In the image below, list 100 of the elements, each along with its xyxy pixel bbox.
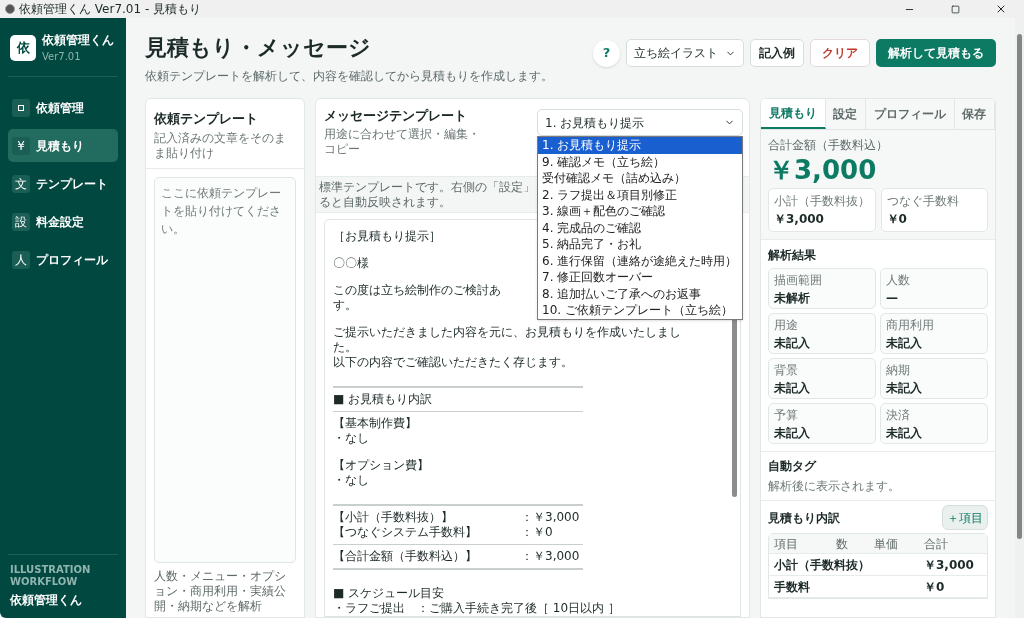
message-line: ・ラフご提出 ：ご購入手続き完了後［ 10日以内 ］ [333, 600, 620, 616]
page-title: 見積もり・メッセージ [145, 34, 371, 62]
message-line: この度は立ち絵制作のご検討あ [333, 283, 501, 298]
dropdown-option[interactable]: 8. 追加払いご了承へのお返事 [538, 285, 742, 302]
nav-item[interactable]: 依頼管理 [8, 91, 118, 124]
message-value: ：￥3,000 [521, 509, 581, 525]
app-logo: 依 [10, 34, 36, 61]
result-value: 未解析 [774, 290, 810, 307]
dropdown-option[interactable]: 1. お見積もり提示 [538, 137, 742, 154]
message-line: す。 [333, 298, 357, 313]
message-line: ［お見積もり提示］ [333, 229, 441, 244]
message-line: ・なし [333, 473, 369, 488]
message-line: ・なし [333, 431, 369, 446]
result-label: 人数 [886, 272, 910, 289]
dropdown-option[interactable]: 10. ご依頼テンプレート（立ち絵） [538, 302, 742, 319]
column-header: 項目 [774, 535, 798, 553]
nav-glyph: 文 [12, 174, 30, 193]
result-value: 未記入 [886, 335, 922, 352]
footer-caption: ILLUSTRATION WORKFLOW [10, 564, 92, 588]
request-text-field[interactable]: ここに依頼テンプレートを貼り付けてください。 [154, 176, 296, 563]
nav-glyph: ¥ [12, 136, 30, 155]
nav-item[interactable]: ¥ 見積もり [8, 129, 118, 162]
column-header: 単価 [874, 535, 898, 553]
panel-subtitle: 記入済みの文章をそのまま貼り付け [154, 130, 287, 161]
table-cell-text: 手数料 [774, 578, 810, 596]
result-value: 未記入 [774, 425, 810, 442]
result-label: 納期 [886, 362, 910, 379]
help-button[interactable]: ? [593, 39, 620, 67]
nav-glyph: 人 [12, 250, 30, 269]
result-label: 予算 [774, 407, 798, 424]
result-label: 描画範囲 [774, 272, 822, 289]
note-text: ると自動反映されます。 [319, 195, 451, 210]
amount-label: つなぐ手数料 [886, 193, 959, 210]
message-line: 【小計（手数料抜）】 [333, 509, 453, 525]
tab[interactable]: 設定 [825, 99, 866, 129]
dropdown-option[interactable]: 5. 納品完了・お礼 [538, 236, 742, 253]
dropdown-option[interactable]: 6. 進行保留（連絡が途絶えた時用） [538, 252, 742, 269]
nav-glyph: 設 [12, 212, 30, 231]
amount-value: ￥3,000 [774, 211, 824, 228]
amount-value: ￥0 [886, 211, 907, 228]
nav-item[interactable]: 設 料金設定 [8, 205, 118, 238]
nav-item[interactable]: 文 テンプレート [8, 167, 118, 200]
section-title: 自動タグ [768, 458, 816, 475]
square-icon [12, 98, 30, 117]
tab[interactable]: 保存 [954, 99, 995, 129]
example-button[interactable]: 記入例 [750, 39, 804, 67]
app-icon [5, 4, 15, 14]
clear-button[interactable]: クリア [810, 39, 870, 67]
dropdown-option[interactable]: 9. 確認メモ（立ち絵） [538, 153, 742, 170]
message-line: 【合計金額（手数料込）】 [333, 549, 477, 564]
panel-title: メッセージテンプレート [324, 107, 467, 124]
message-line: ご提示いただきました内容を元に、お見積もりを作成いたしまし [333, 325, 681, 340]
table-cell-text: 小計（手数料抜） [774, 556, 870, 574]
message-line: ■ お見積もり内訳 [333, 391, 433, 407]
dropdown-option[interactable]: 4. 完成品のご確認 [538, 219, 742, 236]
total-amount: ￥3,000 [768, 154, 877, 186]
result-label: 用途 [774, 317, 798, 334]
amount-label: 小計（手数料抜） [774, 193, 870, 210]
nav-item[interactable]: 人 プロフィール [8, 243, 118, 276]
dropdown-option[interactable]: 受付確認メモ（詰め込み） [538, 170, 742, 187]
app-name: 依頼管理くん [42, 32, 114, 49]
result-label: 商用利用 [886, 317, 934, 334]
template-select[interactable]: 1. お見積もり提示 [537, 109, 743, 136]
result-label: 背景 [774, 362, 798, 379]
message-line: 以下の内容でご確認いただきたく存じます。 [333, 355, 573, 370]
message-value: ：￥3,000 [521, 549, 581, 564]
empty-text: 解析後に表示されます。 [768, 478, 900, 495]
message-line: ■ スケジュール目安 [333, 585, 445, 601]
page-subtitle: 依頼テンプレートを解析して、内容を確認してから見積もりを作成します。 [145, 68, 553, 85]
table-cell-text: ￥3,000 [924, 556, 974, 574]
result-value: 未記入 [886, 380, 922, 397]
tab[interactable]: 見積もり [761, 99, 826, 129]
help-text: 人数・メニュー・オプション・商用利用・実績公開・納期などを解析 [154, 569, 287, 614]
result-value: 未記入 [774, 335, 810, 352]
dropdown-option[interactable]: 7. 修正回数オーバー [538, 269, 742, 286]
section-title: 見積もり内訳 [768, 509, 840, 527]
analyze-button[interactable]: 解析して見積もる [876, 39, 996, 67]
result-value: 未記入 [886, 425, 922, 442]
result-value: 未記入 [774, 380, 810, 397]
dropdown-option[interactable]: 3. 線画＋配色のご確認 [538, 203, 742, 220]
panel-subtitle: 用途に合わせて選択・編集・コピー [324, 127, 481, 157]
dropdown-option[interactable]: 2. ラフ提出＆項目別修正 [538, 186, 742, 203]
add-item-button[interactable]: ＋項目 [942, 505, 988, 530]
result-value: — [886, 290, 898, 307]
message-line: 【オプション費】 [333, 458, 429, 473]
app-version: Ver7.01 [42, 50, 81, 64]
tab[interactable]: プロフィール [866, 99, 955, 129]
column-header: 合計 [924, 535, 948, 553]
message-value: ：￥0 [521, 524, 554, 540]
message-line: 【基本制作費】 [333, 416, 417, 431]
message-line: 〇〇様 [333, 256, 369, 271]
message-line: 【つなぐシステム手数料】 [333, 524, 477, 540]
note-text: 標準テンプレートです。右側の「設定」 [319, 180, 535, 195]
total-label: 合計金額（手数料込） [768, 137, 888, 154]
window-title: 依頼管理くん Ver7.01 - 見積もり [19, 2, 202, 16]
message-line: た。 [333, 340, 357, 355]
scrollbar-thumb[interactable] [1017, 34, 1022, 539]
panel-title: 依頼テンプレート [154, 110, 258, 128]
genre-select[interactable]: 立ち絵イラスト [626, 39, 744, 67]
table-cell-text: ￥0 [924, 578, 945, 596]
